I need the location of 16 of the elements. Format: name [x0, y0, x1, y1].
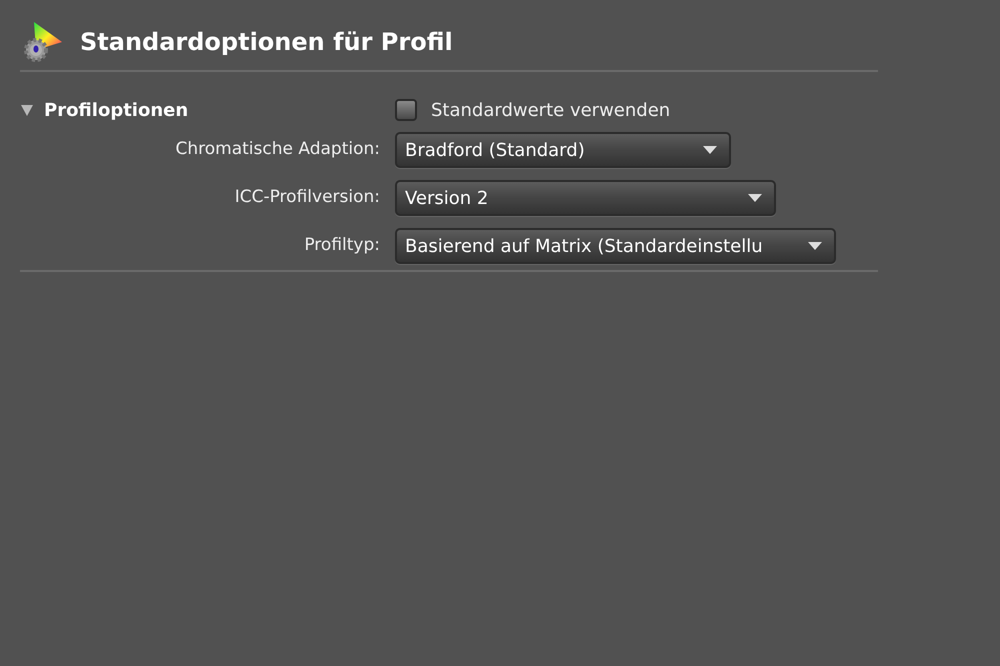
caret-icon [808, 242, 822, 250]
expand-toggle[interactable] [20, 103, 34, 117]
field-label: Chromatische Adaption: [174, 138, 380, 162]
dropdown[interactable]: Version 2 [395, 180, 776, 216]
checkbox[interactable] [395, 99, 417, 121]
field-label: ICC-Profilversion: [234, 186, 380, 210]
dropdown[interactable]: Bradford (Standard) [395, 132, 731, 168]
color-gear-icon [22, 20, 64, 64]
caret-icon [703, 146, 717, 154]
section-heading: Profiloptionen [44, 98, 188, 122]
field-label: Profiltyp: [303, 234, 380, 258]
caret-icon [748, 194, 762, 202]
triangle-down-icon [20, 103, 34, 117]
dropdown[interactable]: Basierend auf Matrix (Standardeinstellu [395, 228, 836, 264]
checkbox-label: Standardwerte verwenden [431, 98, 670, 122]
panel-title: Standardoptionen für Profil [80, 27, 453, 58]
